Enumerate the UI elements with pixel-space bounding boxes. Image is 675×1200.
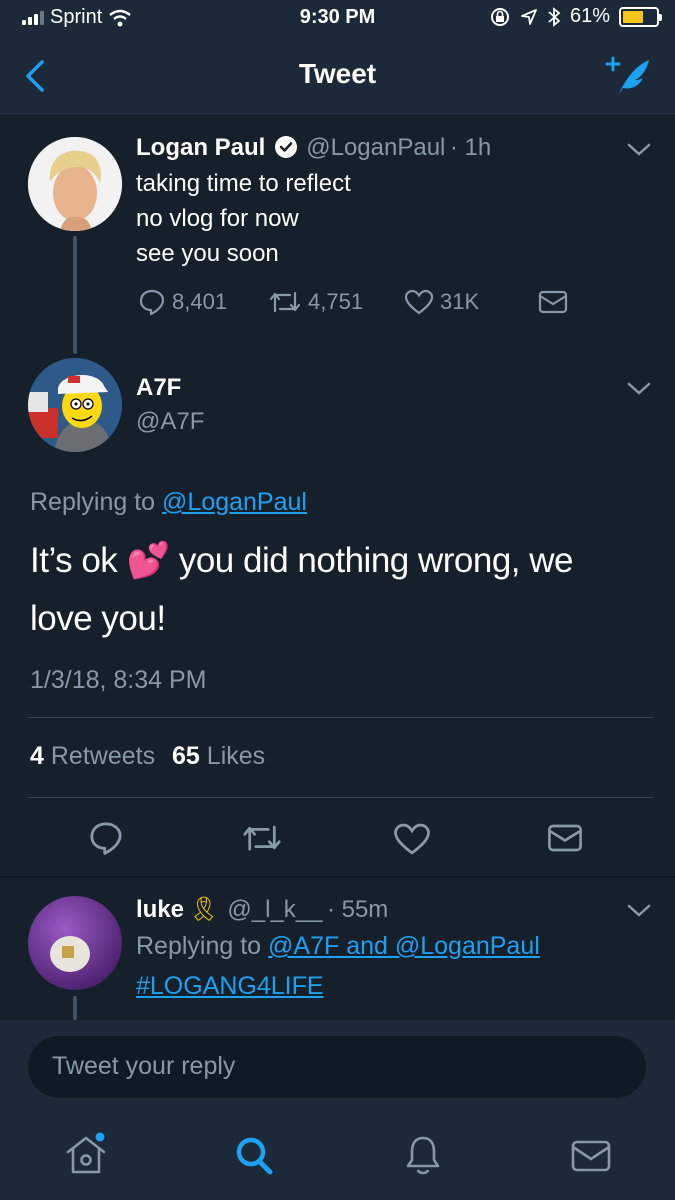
- replying-to-link[interactable]: @LoganPaul: [162, 488, 307, 516]
- retweets-stat[interactable]: 4 Retweets: [30, 742, 162, 770]
- tweet-text-part: you did nothing wrong, we: [178, 541, 574, 580]
- chevron-down-icon[interactable]: [626, 142, 652, 158]
- location-icon: [521, 8, 537, 25]
- bluetooth-icon: [548, 6, 561, 27]
- search-icon[interactable]: [232, 1132, 276, 1178]
- author-name[interactable]: luke: [136, 896, 184, 923]
- chevron-down-icon[interactable]: [626, 903, 652, 919]
- like-action[interactable]: 31K: [404, 289, 538, 315]
- engagement-stats: 4 Retweets 65 Likes: [30, 742, 265, 771]
- two-hearts-emoji: 💕: [126, 541, 171, 580]
- author-handle[interactable]: @A7F: [136, 408, 204, 436]
- divider: [28, 797, 653, 798]
- replying-to: Replying to @A7F and @LoganPaul: [136, 932, 540, 961]
- tweet-age: · 1h: [449, 134, 492, 161]
- notifications-icon[interactable]: [401, 1132, 445, 1178]
- tweet-text: taking time to reflect no vlog for now s…: [136, 166, 351, 271]
- retweet-icon[interactable]: [241, 822, 283, 854]
- reply-bar: Tweet your reply: [0, 1020, 675, 1116]
- rotation-lock-icon: [490, 7, 509, 26]
- tweet-line: taking time to reflect: [136, 170, 351, 197]
- status-right: 61%: [489, 5, 662, 28]
- tweet-line: see you soon: [136, 240, 279, 267]
- home-icon[interactable]: [64, 1132, 108, 1178]
- status-bar: Sprint 9:30 PM 61%: [0, 0, 675, 38]
- focused-tweet-text: It’s ok 💕 you did nothing wrong, we love…: [30, 532, 574, 648]
- retweet-action[interactable]: 4,751: [268, 289, 404, 315]
- replying-prefix: Replying to: [30, 488, 156, 516]
- battery-fill: [623, 10, 643, 23]
- likes-label: Likes: [206, 742, 266, 770]
- hashtag-link[interactable]: #LOGANG4LIFE: [136, 972, 324, 1001]
- tweet-timestamp: 1/3/18, 8:34 PM: [30, 666, 207, 694]
- divider: [0, 876, 675, 878]
- replying-to: Replying to @LoganPaul: [30, 488, 307, 517]
- tweet-line: no vlog for now: [136, 205, 299, 232]
- battery-percent: 61%: [569, 5, 610, 27]
- like-total: 65: [172, 742, 200, 770]
- avatar-logan-paul[interactable]: [28, 137, 122, 231]
- tweet-age: · 55m: [326, 896, 389, 923]
- tweet-header-luke: luke 🎗 @_l_k__ · 55m: [136, 895, 388, 924]
- chevron-down-icon[interactable]: [626, 381, 652, 397]
- author-handle[interactable]: @_l_k__: [227, 896, 322, 923]
- author-name[interactable]: A7F: [136, 374, 181, 402]
- avatar-a7f[interactable]: [28, 358, 122, 452]
- divider: [28, 717, 653, 718]
- thread-line: [73, 996, 77, 1020]
- tweet-text-part: It’s ok: [30, 541, 118, 580]
- like-count: 31K: [440, 289, 480, 314]
- author-name[interactable]: Logan Paul: [136, 134, 265, 161]
- retweet-count: 4,751: [308, 289, 364, 314]
- heart-icon[interactable]: [393, 822, 431, 856]
- avatar-luke[interactable]: [28, 896, 122, 990]
- retweet-icon: [269, 291, 301, 313]
- author-handle[interactable]: @LoganPaul: [306, 134, 445, 161]
- battery-icon: [619, 6, 662, 27]
- tweet-header-logan: Logan Paul @LoganPaul · 1h: [136, 134, 491, 162]
- heart-icon: [404, 289, 434, 315]
- reply-action[interactable]: 8,401: [138, 288, 268, 316]
- tweet-actions: 8,401 4,751 31K: [138, 288, 568, 316]
- reply-input[interactable]: Tweet your reply: [28, 1036, 646, 1098]
- tab-bar: [0, 1116, 675, 1200]
- reply-icon[interactable]: [88, 820, 124, 856]
- dm-action[interactable]: [538, 290, 568, 314]
- retweets-label: Retweets: [50, 742, 156, 770]
- retweet-total: 4: [30, 742, 44, 770]
- replying-to-link[interactable]: @A7F and @LoganPaul: [268, 932, 540, 960]
- nav-bar: Tweet: [0, 38, 675, 116]
- envelope-icon[interactable]: [547, 823, 583, 853]
- compose-tweet-icon[interactable]: [603, 54, 653, 98]
- replying-prefix: Replying to: [136, 932, 262, 960]
- thread-line: [73, 236, 77, 354]
- ribbon-emoji: 🎗: [188, 896, 219, 923]
- likes-stat[interactable]: 65 Likes: [172, 742, 265, 770]
- messages-icon[interactable]: [569, 1132, 613, 1178]
- reply-icon: [139, 289, 165, 316]
- reply-count: 8,401: [172, 289, 228, 314]
- tweet-text-line: love you!: [30, 599, 166, 638]
- page-title: Tweet: [298, 58, 377, 89]
- envelope-icon: [538, 290, 568, 314]
- verified-badge-icon: [274, 136, 297, 158]
